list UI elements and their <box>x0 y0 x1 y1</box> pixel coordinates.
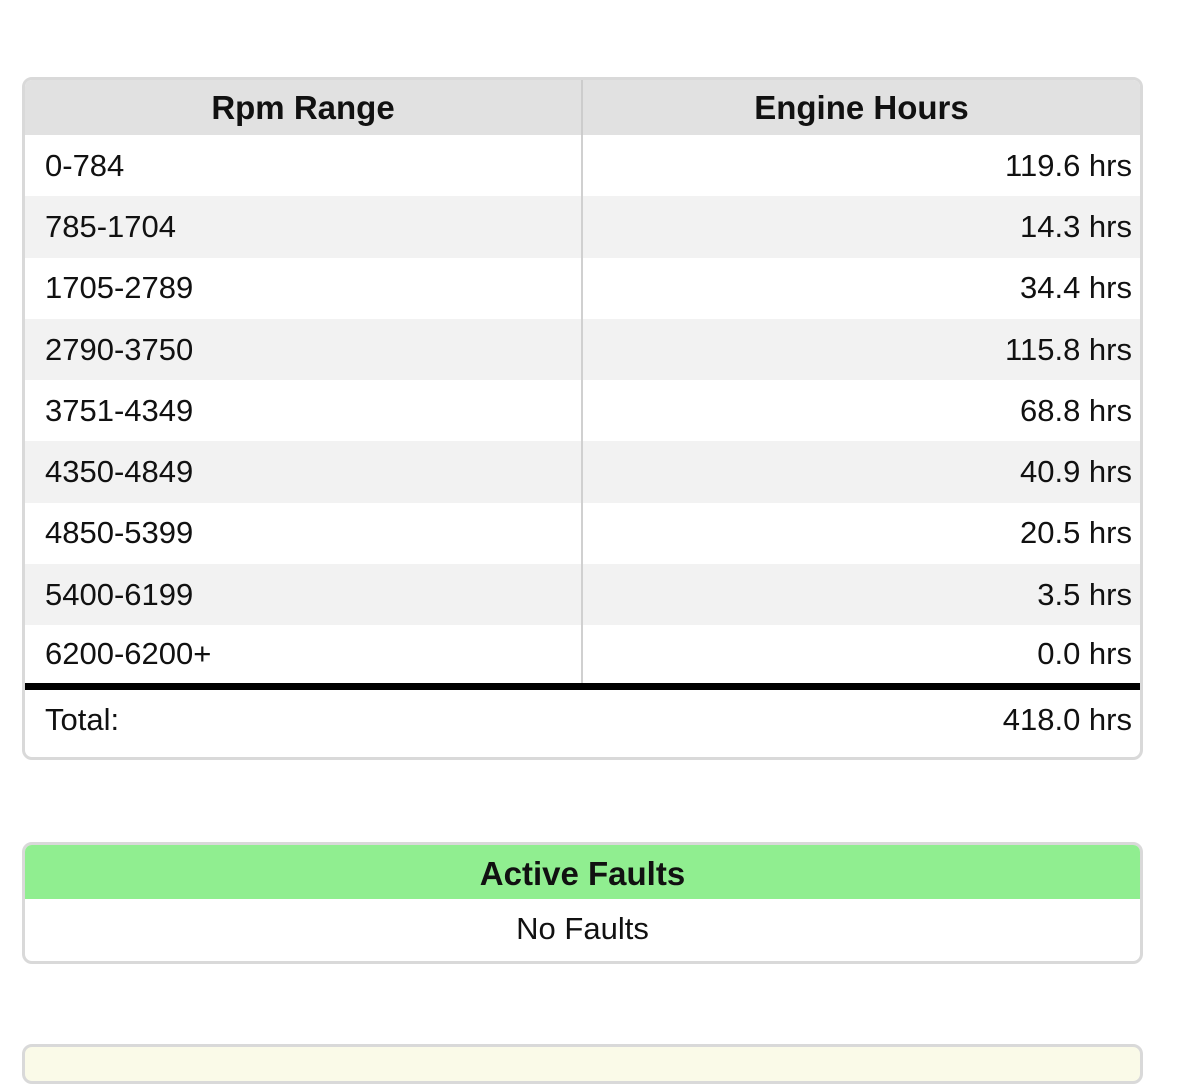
table-header-row: Rpm Range Engine Hours <box>25 80 1140 135</box>
engine-hours-cell: 3.5 hrs <box>582 564 1140 626</box>
next-panel <box>22 1044 1143 1084</box>
rpm-range-cell: 0-784 <box>25 135 583 197</box>
active-faults-title: Active Faults <box>25 845 1140 899</box>
total-hours: 418.0 hrs <box>582 683 1140 750</box>
engine-hours-cell: 115.8 hrs <box>582 318 1140 381</box>
rpm-range-cell: 785-1704 <box>25 196 583 258</box>
engine-hours-cell: 68.8 hrs <box>1019 392 1132 428</box>
total-row: Total: 418.0 hrs <box>25 683 1140 750</box>
table-row: 1705-2789 34.4 hrs <box>25 257 1140 319</box>
engine-hours-header: Engine Hours <box>582 80 1140 135</box>
rpm-range-cell: 6200-6200+ <box>25 625 583 687</box>
engine-hours-cell: 40.9 hrs <box>582 441 1140 503</box>
table-row: 6200-6200+ 0.0 hrs <box>25 625 1140 687</box>
table-row: 0-784 119.6 hrs <box>25 135 1140 197</box>
table-row: 3751-4349 68.8 hrs <box>25 380 1140 442</box>
active-faults-panel: Active Faults No Faults <box>22 842 1143 964</box>
rpm-range-cell: 3751-4349 <box>25 380 583 442</box>
rpm-range-header: Rpm Range <box>25 80 583 135</box>
table-row: 4350-4849 40.9 hrs <box>25 441 1140 503</box>
table-row: 5400-6199 3.5 hrs <box>25 564 1140 626</box>
rpm-range-cell: 1705-2789 <box>25 257 583 319</box>
table-row: 2790-3750 115.8 hrs <box>25 318 1140 381</box>
engine-hours-cell: 20.5 hrs <box>1019 515 1132 551</box>
rpm-range-cell: 4850-5399 <box>25 502 583 565</box>
rpm-range-cell: 5400-6199 <box>25 564 583 626</box>
rpm-range-cell: 4350-4849 <box>25 441 583 503</box>
rpm-range-cell: 2790-3750 <box>25 318 583 381</box>
fault-status-text: No Faults <box>516 911 649 946</box>
engine-hours-cell: 119.6 hrs <box>1005 147 1132 183</box>
engine-hours-cell: 0.0 hrs <box>1037 636 1132 672</box>
total-label: Total: <box>25 683 582 750</box>
rpm-hours-panel: Rpm Range Engine Hours 0-784 119.6 hrs 7… <box>22 77 1143 760</box>
engine-hours-cell: 14.3 hrs <box>582 196 1140 258</box>
engine-hours-cell: 34.4 hrs <box>1019 270 1132 306</box>
table-row: 785-1704 14.3 hrs <box>25 196 1140 258</box>
table-row: 4850-5399 20.5 hrs <box>25 502 1140 565</box>
rpm-hours-table: Rpm Range Engine Hours 0-784 119.6 hrs 7… <box>25 80 1140 750</box>
